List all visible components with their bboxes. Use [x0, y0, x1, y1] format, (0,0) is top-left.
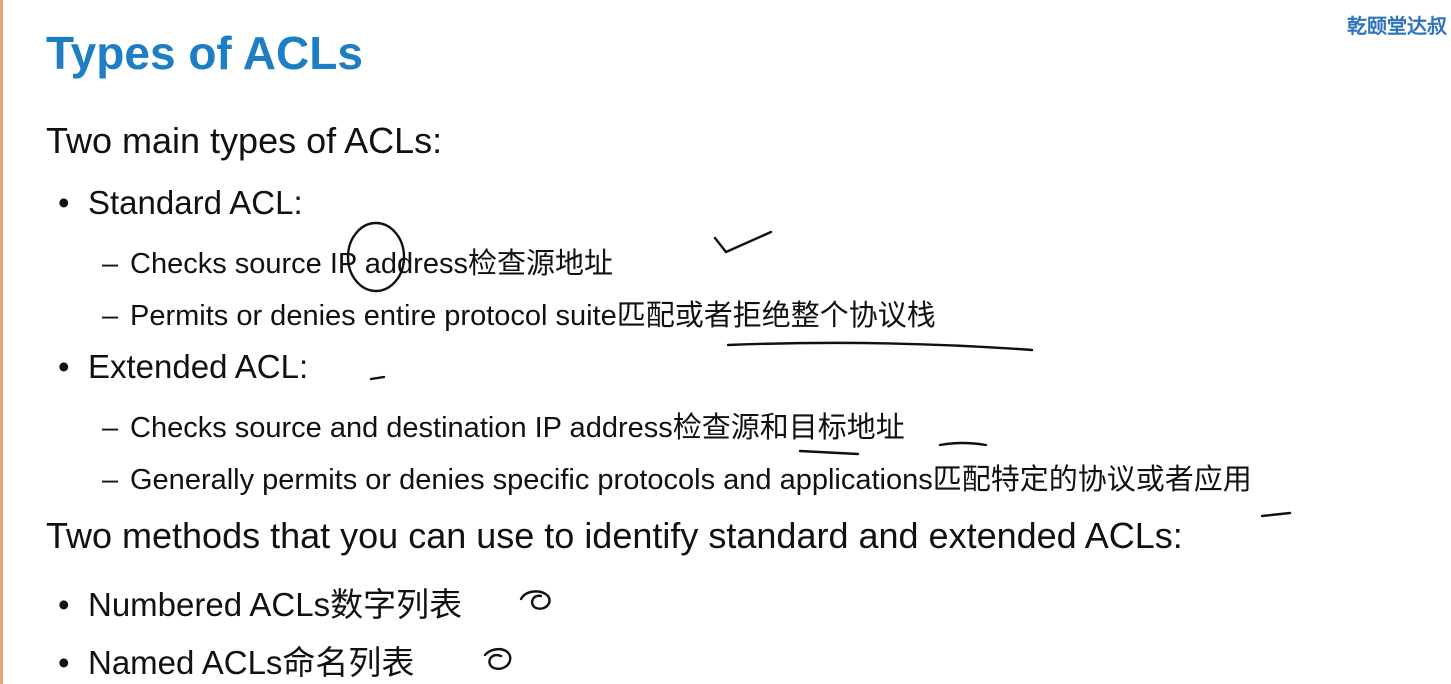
bullet-symbol: • — [58, 586, 70, 623]
small-tick-mark — [369, 375, 386, 381]
extended-point-2-text: Generally permits or denies specific pro… — [130, 464, 1252, 496]
extended-point-2: – Generally permits or denies specific pr… — [102, 456, 1252, 498]
extended-acl-bullet: • Extended ACL: — [58, 348, 308, 386]
standard-point-1-text: Checks source IP address检查源地址 — [130, 248, 613, 280]
underline-source — [798, 449, 860, 456]
method-named: • Named ACLs命名列表 — [58, 636, 414, 684]
bullet-symbol: • — [58, 184, 70, 221]
standard-point-1: – Checks source IP address检查源地址 — [102, 240, 613, 282]
dash-symbol: – — [102, 300, 119, 332]
slide-left-edge — [0, 0, 3, 684]
underline-protocol-suite — [726, 341, 1034, 352]
intro-methods-text: Two methods that you can use to identify… — [46, 515, 1183, 556]
slide-title: Types of ACLs — [46, 27, 363, 79]
extended-acl-label: Extended ACL: — [88, 348, 309, 385]
extended-point-1-text: Checks source and destination IP address… — [130, 412, 905, 444]
underline-destination — [938, 441, 988, 447]
scribble-one-annotation — [519, 590, 551, 610]
standard-point-2: – Permits or denies entire protocol suite… — [102, 292, 936, 334]
dash-symbol: – — [102, 464, 119, 496]
intro-types-text: Two main types of ACLs: — [46, 120, 443, 161]
bullet-symbol: • — [58, 644, 70, 681]
bullet-symbol: • — [58, 348, 70, 385]
method-named-text: Named ACLs命名列表 — [88, 644, 415, 681]
scribble-two-annotation — [483, 647, 512, 670]
extended-point-1: – Checks source and destination IP addres… — [102, 404, 905, 446]
standard-point-2-text: Permits or denies entire protocol suite匹… — [130, 300, 936, 332]
checkmark-annotation — [713, 230, 773, 254]
dash-symbol: – — [102, 248, 119, 280]
standard-acl-label: Standard ACL: — [88, 184, 303, 221]
overline-acls — [1260, 511, 1292, 518]
method-numbered-text: Numbered ACLs数字列表 — [88, 586, 463, 623]
dash-symbol: – — [102, 412, 119, 444]
watermark-text: 乾颐堂达叔 — [1347, 14, 1447, 38]
standard-acl-bullet: • Standard ACL: — [58, 184, 303, 222]
method-numbered: • Numbered ACLs数字列表 — [58, 578, 462, 626]
